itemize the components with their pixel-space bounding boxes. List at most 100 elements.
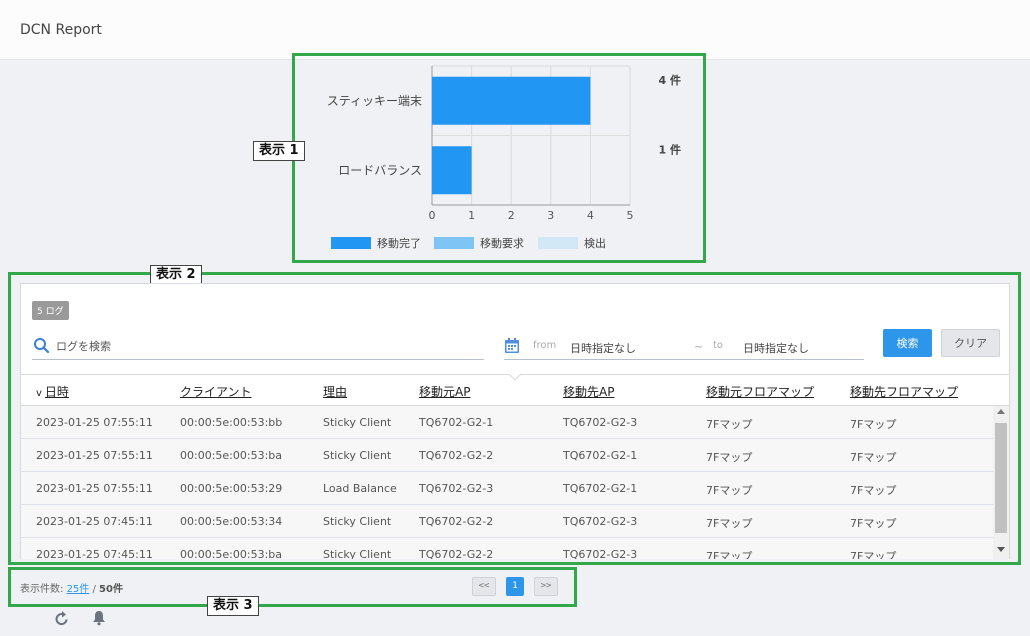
cell-client: 00:00:5e:00:53:34 xyxy=(180,515,283,528)
cell-source-floormap: 7Fマップ xyxy=(706,517,753,530)
page-size-label: 表示件数: xyxy=(20,584,64,595)
cell-client: 00:00:5e:00:53:29 xyxy=(180,482,283,495)
legend-label: 移動要求 xyxy=(480,236,524,250)
scroll-up-icon[interactable] xyxy=(997,409,1005,414)
cell-dest-ap: TQ6702-G2-3 xyxy=(563,548,638,559)
search-icon xyxy=(34,338,50,354)
scroll-thumb[interactable] xyxy=(995,423,1007,533)
bar-value-label: 4 件 xyxy=(659,73,681,87)
range-separator: ~ xyxy=(694,340,704,353)
total-count: 50件 xyxy=(99,584,123,595)
cell-datetime: 2023-01-25 07:55:11 xyxy=(36,449,153,462)
cell-reason: Sticky Client xyxy=(323,449,392,462)
cell-datetime: 2023-01-25 07:45:11 xyxy=(36,548,153,559)
column-header-dest-floormap[interactable]: 移動先フロアマップ xyxy=(850,383,958,400)
next-page-button[interactable]: >> xyxy=(534,577,558,596)
bar-1 xyxy=(432,146,472,195)
column-header-reason[interactable]: 理由 xyxy=(323,383,347,400)
cell-reason: Sticky Client xyxy=(323,548,392,559)
category-label: ロードバランス xyxy=(338,163,422,177)
x-tick-label: 3 xyxy=(547,209,554,222)
refresh-icon[interactable] xyxy=(54,610,70,627)
top-bar: DCN Report xyxy=(0,0,1030,60)
cell-source-ap: TQ6702-G2-3 xyxy=(419,482,494,495)
log-count-badge: 5 ログ xyxy=(32,301,69,320)
cell-datetime: 2023-01-25 07:55:11 xyxy=(36,416,153,429)
cell-dest-ap: TQ6702-G2-3 xyxy=(563,416,638,429)
cell-source-floormap: 7Fマップ xyxy=(706,484,753,497)
table-row[interactable]: 2023-01-25 07:55:11 00:00:5e:00:53:bb Stic… xyxy=(21,406,993,439)
bar-0 xyxy=(432,76,591,125)
log-search-input[interactable] xyxy=(56,336,476,356)
column-header-datetime[interactable]: v 日時 xyxy=(36,383,69,400)
cell-source-floormap: 7Fマップ xyxy=(706,550,753,559)
date-range-filter[interactable]: from 日時指定なし ~ to 日時指定なし xyxy=(504,334,864,360)
cell-source-floormap: 7Fマップ xyxy=(706,451,753,464)
from-label: from xyxy=(533,340,557,351)
cell-source-ap: TQ6702-G2-2 xyxy=(419,548,494,559)
current-page-button[interactable]: 1 xyxy=(506,577,524,596)
cell-source-ap: TQ6702-G2-2 xyxy=(419,515,494,528)
cell-datetime: 2023-01-25 07:45:11 xyxy=(36,515,153,528)
legend-swatch xyxy=(538,237,578,249)
bell-icon[interactable] xyxy=(92,610,106,626)
table-row[interactable]: 2023-01-25 07:55:11 00:00:5e:00:53:29 Load… xyxy=(21,472,993,505)
table-body: 2023-01-25 07:55:11 00:00:5e:00:53:bb Stic… xyxy=(21,406,993,559)
table-row[interactable]: 2023-01-25 07:45:11 00:00:5e:00:53:ba Stic… xyxy=(21,538,993,559)
legend-label: 検出 xyxy=(584,236,606,250)
x-tick-label: 5 xyxy=(627,209,634,222)
log-search xyxy=(32,334,484,360)
cell-dest-floormap: 7Fマップ xyxy=(850,550,897,559)
column-header-source-floormap[interactable]: 移動元フロアマップ xyxy=(706,383,814,400)
cell-client: 00:00:5e:00:53:ba xyxy=(180,548,283,559)
cell-dest-floormap: 7Fマップ xyxy=(850,418,897,431)
calendar-icon[interactable] xyxy=(504,337,520,354)
cell-client: 00:00:5e:00:53:ba xyxy=(180,449,283,462)
table-scrollbar[interactable] xyxy=(993,406,1009,559)
x-tick-label: 0 xyxy=(429,209,436,222)
cell-dest-ap: TQ6702-G2-1 xyxy=(563,449,638,462)
header-notch xyxy=(509,374,521,381)
category-label: スティッキー端末 xyxy=(327,94,422,108)
cell-source-floormap: 7Fマップ xyxy=(706,418,753,431)
cell-dest-ap: TQ6702-G2-1 xyxy=(563,482,638,495)
cell-dest-floormap: 7Fマップ xyxy=(850,484,897,497)
cell-client: 00:00:5e:00:53:bb xyxy=(180,416,283,429)
legend-swatch xyxy=(331,237,371,249)
prev-page-button[interactable]: << xyxy=(472,577,496,596)
cell-dest-ap: TQ6702-G2-3 xyxy=(563,515,638,528)
column-header-client[interactable]: クライアント xyxy=(180,383,252,400)
app-title: DCN Report xyxy=(20,22,102,38)
cell-source-ap: TQ6702-G2-2 xyxy=(419,449,494,462)
table-header: v 日時 クライアント 理由 移動元AP 移動先AP 移動元フロアマップ 移動先フ… xyxy=(21,374,1009,406)
callout-1: 表示 1 xyxy=(253,141,305,161)
column-header-source-ap[interactable]: 移動元AP xyxy=(419,383,470,400)
page-size-separator: / xyxy=(92,584,96,595)
search-button[interactable]: 検索 xyxy=(883,329,932,357)
callout-3: 表示 3 xyxy=(207,596,259,616)
bar-value-label: 1 件 xyxy=(659,142,681,156)
to-label: to xyxy=(713,340,724,351)
cell-dest-floormap: 7Fマップ xyxy=(850,517,897,530)
to-date-value[interactable]: 日時指定なし xyxy=(743,340,809,356)
x-tick-label: 1 xyxy=(468,209,475,222)
callout-2: 表示 2 xyxy=(150,265,202,285)
legend-label: 移動完了 xyxy=(377,236,421,250)
table-row[interactable]: 2023-01-25 07:45:11 00:00:5e:00:53:34 Stic… xyxy=(21,505,993,538)
bar-chart: 0 1 2 3 4 5 スティッキー端末 4 件ロードバランス 1 件移動完了 移動要求 検出 xyxy=(327,65,681,250)
cell-reason: Load Balance xyxy=(323,482,397,495)
clear-button[interactable]: クリア xyxy=(941,329,1000,357)
legend-swatch xyxy=(434,237,474,249)
cell-reason: Sticky Client xyxy=(323,515,392,528)
from-date-value[interactable]: 日時指定なし xyxy=(570,340,636,356)
x-tick-label: 4 xyxy=(587,209,594,222)
x-tick-label: 2 xyxy=(508,209,515,222)
log-panel: 5 ログ from 日時指定なし ~ to 日時指定なし 検索 クリア xyxy=(20,283,1010,559)
sort-desc-icon: v xyxy=(36,388,42,399)
page-size-info: 表示件数: 25件 / 50件 xyxy=(20,580,123,595)
page-size-link[interactable]: 25件 xyxy=(67,584,90,595)
cell-dest-floormap: 7Fマップ xyxy=(850,451,897,464)
column-header-dest-ap[interactable]: 移動先AP xyxy=(563,383,614,400)
scroll-down-icon[interactable] xyxy=(997,547,1005,552)
table-row[interactable]: 2023-01-25 07:55:11 00:00:5e:00:53:ba Stic… xyxy=(21,439,993,472)
